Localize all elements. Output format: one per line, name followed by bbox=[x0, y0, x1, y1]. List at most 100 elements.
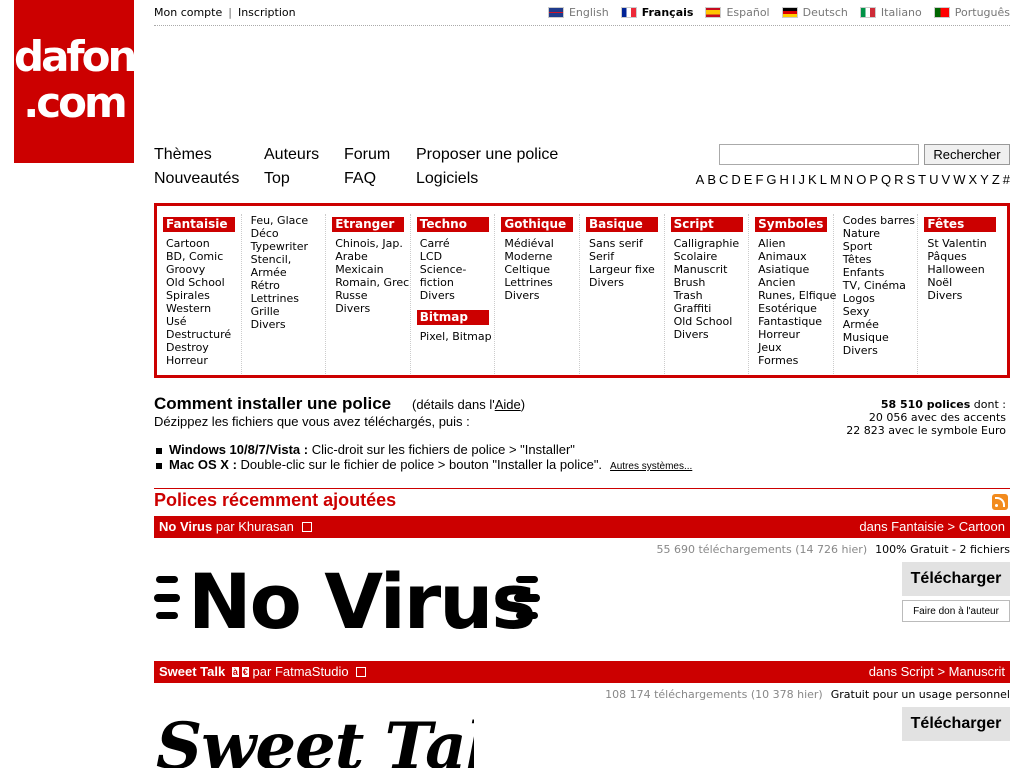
alphabet-letter[interactable]: X bbox=[968, 172, 977, 187]
alphabet-letter[interactable]: A bbox=[696, 172, 705, 187]
category-item[interactable]: Usé bbox=[166, 315, 235, 328]
alphabet-letter[interactable]: W bbox=[953, 172, 965, 187]
category-heading[interactable]: Fantaisie bbox=[163, 217, 235, 232]
category-item[interactable]: Graffiti bbox=[674, 302, 743, 315]
category-item[interactable]: Romain, Grec bbox=[335, 276, 409, 289]
category-item[interactable]: Old School bbox=[166, 276, 235, 289]
dafont-logo[interactable]: dafont .com bbox=[14, 0, 155, 163]
category-item[interactable]: Divers bbox=[927, 289, 997, 302]
category-item[interactable]: Sport bbox=[843, 240, 912, 253]
download-button[interactable]: Télécharger bbox=[902, 707, 1010, 741]
category-item[interactable]: TV, Cinéma bbox=[843, 279, 912, 292]
category-item[interactable]: Spirales bbox=[166, 289, 235, 302]
category-heading[interactable]: Basique bbox=[585, 217, 658, 232]
alphabet-letter[interactable]: B bbox=[707, 172, 716, 187]
alphabet-letter[interactable]: L bbox=[820, 172, 827, 187]
category-item[interactable]: Animaux bbox=[758, 250, 827, 263]
alphabet-letter[interactable]: G bbox=[766, 172, 776, 187]
lang-german[interactable]: Deutsch bbox=[781, 6, 848, 19]
category-item[interactable]: Cartoon bbox=[166, 237, 235, 250]
alphabet-letter[interactable]: K bbox=[808, 172, 817, 187]
alphabet-letter[interactable]: P bbox=[869, 172, 878, 187]
nav-submit-font[interactable]: Proposer une police bbox=[416, 146, 558, 164]
category-item[interactable]: Musique bbox=[843, 331, 912, 344]
font-category-link[interactable]: dans Script > Manuscrit bbox=[869, 664, 1005, 679]
alphabet-letter[interactable]: Y bbox=[980, 172, 989, 187]
category-item[interactable]: Largeur fixe bbox=[589, 263, 658, 276]
external-link-icon[interactable] bbox=[356, 667, 367, 677]
nav-software[interactable]: Logiciels bbox=[416, 170, 478, 188]
alphabet-letter[interactable]: N bbox=[844, 172, 853, 187]
font-preview-sweet-talk[interactable]: Sweet Talk bbox=[154, 696, 474, 768]
category-item[interactable]: Manuscrit bbox=[674, 263, 743, 276]
lang-english[interactable]: English bbox=[547, 6, 609, 19]
category-item[interactable]: Sexy bbox=[843, 305, 912, 318]
category-item[interactable]: Lettrines bbox=[504, 276, 573, 289]
nav-top[interactable]: Top bbox=[264, 170, 290, 188]
alphabet-letter[interactable]: # bbox=[1003, 172, 1010, 187]
alphabet-letter[interactable]: Q bbox=[881, 172, 891, 187]
alphabet-letter[interactable]: S bbox=[907, 172, 916, 187]
category-item[interactable]: Esotérique bbox=[758, 302, 827, 315]
category-item[interactable]: Carré bbox=[420, 237, 489, 250]
download-button[interactable]: Télécharger bbox=[902, 562, 1010, 596]
nav-authors[interactable]: Auteurs bbox=[264, 146, 319, 164]
alphabet-letter[interactable]: I bbox=[792, 172, 796, 187]
category-item[interactable]: Rétro bbox=[251, 279, 320, 292]
category-item[interactable]: Runes, Elfique bbox=[758, 289, 836, 302]
category-heading[interactable]: Gothique bbox=[501, 217, 574, 232]
category-heading[interactable]: Bitmap bbox=[416, 310, 489, 325]
category-item[interactable]: Divers bbox=[674, 328, 743, 341]
font-preview-no-virus[interactable]: No Virus bbox=[154, 552, 554, 638]
category-item[interactable]: Logos bbox=[843, 292, 912, 305]
alphabet-letter[interactable]: U bbox=[929, 172, 938, 187]
alphabet-letter[interactable]: F bbox=[755, 172, 763, 187]
category-heading[interactable]: Script bbox=[670, 217, 743, 232]
font-category-link[interactable]: dans Fantaisie > Cartoon bbox=[859, 519, 1005, 534]
category-item[interactable]: Old School bbox=[674, 315, 743, 328]
donate-button[interactable]: Faire don à l'auteur bbox=[902, 600, 1010, 622]
category-item[interactable]: Sans serif bbox=[589, 237, 658, 250]
lang-italian[interactable]: Italiano bbox=[859, 6, 922, 19]
lang-french[interactable]: Français bbox=[620, 6, 693, 19]
category-item[interactable]: Pixel, Bitmap bbox=[420, 330, 492, 343]
alphabet-letter[interactable]: M bbox=[830, 172, 841, 187]
category-item[interactable]: Têtes bbox=[843, 253, 912, 266]
category-item[interactable]: Divers bbox=[335, 302, 404, 315]
category-item[interactable]: Horreur bbox=[758, 328, 827, 341]
category-item[interactable]: Moderne bbox=[504, 250, 573, 263]
my-account-link[interactable]: Mon compte bbox=[154, 6, 222, 19]
category-item[interactable]: Chinois, Jap. bbox=[335, 237, 404, 250]
search-button[interactable]: Rechercher bbox=[924, 144, 1010, 165]
category-heading[interactable]: Etranger bbox=[332, 217, 405, 232]
nav-forum[interactable]: Forum bbox=[344, 146, 390, 164]
category-item[interactable]: Science- bbox=[420, 263, 489, 276]
alphabet-letter[interactable]: H bbox=[780, 172, 789, 187]
category-item[interactable]: Russe bbox=[335, 289, 404, 302]
category-item[interactable]: Celtique bbox=[504, 263, 573, 276]
category-item[interactable]: BD, Comic bbox=[166, 250, 235, 263]
category-item[interactable]: Médiéval bbox=[504, 237, 573, 250]
nav-faq[interactable]: FAQ bbox=[344, 170, 376, 188]
alphabet-letter[interactable]: Z bbox=[992, 172, 1000, 187]
alphabet-letter[interactable]: T bbox=[918, 172, 926, 187]
external-link-icon[interactable] bbox=[301, 522, 312, 532]
category-item[interactable]: Horreur bbox=[166, 354, 235, 367]
category-item[interactable]: LCD bbox=[420, 250, 489, 263]
search-input[interactable] bbox=[719, 144, 919, 165]
category-item[interactable]: Mexicain bbox=[335, 263, 404, 276]
category-item[interactable]: Ancien bbox=[758, 276, 827, 289]
category-item[interactable]: Brush bbox=[674, 276, 743, 289]
category-item[interactable]: fiction bbox=[420, 276, 489, 289]
alphabet-letter[interactable]: D bbox=[731, 172, 740, 187]
category-item[interactable]: Western bbox=[166, 302, 235, 315]
rss-icon[interactable] bbox=[992, 494, 1008, 510]
lang-portuguese[interactable]: Português bbox=[933, 6, 1010, 19]
category-item[interactable]: Divers bbox=[504, 289, 573, 302]
nav-new[interactable]: Nouveautés bbox=[154, 170, 239, 188]
category-item[interactable]: Divers bbox=[420, 289, 489, 302]
alphabet-letter[interactable]: V bbox=[942, 172, 951, 187]
category-item[interactable]: Typewriter bbox=[251, 240, 320, 253]
category-item[interactable]: Armée bbox=[251, 266, 320, 279]
category-item[interactable]: Pâques bbox=[927, 250, 997, 263]
